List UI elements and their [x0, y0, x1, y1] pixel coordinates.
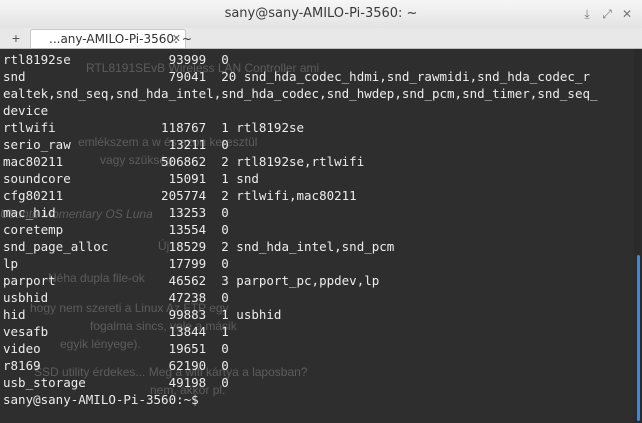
terminal-line: serio_raw 13211 0	[3, 137, 229, 152]
tab-terminal[interactable]: ...any-AMILO-Pi-3560: ~ ✕	[30, 29, 192, 48]
terminal-line: rtlwifi 118767 1 rtl8192se	[3, 120, 305, 135]
terminal-line: device	[3, 103, 49, 118]
terminal-view[interactable]: RTL8191SEvB Wireless LAN Controller ami …	[0, 49, 634, 423]
restore-icon[interactable]: ⤢	[598, 5, 616, 23]
terminal-line: lp 17799 0	[3, 256, 229, 271]
terminal-window: sany@sany-AMILO-Pi-3560: ~ ⤓ ⤢ ✕ + ...an…	[0, 0, 642, 423]
terminal-line: rtl8192se 93999 0	[3, 52, 229, 67]
new-tab-icon[interactable]: +	[8, 29, 24, 47]
tab-label: ...any-AMILO-Pi-3560: ~	[49, 32, 192, 46]
terminal-line: snd 79041 20 snd_hda_codec_hdmi,snd_rawm…	[3, 69, 590, 84]
terminal-scrollbar[interactable]	[634, 49, 642, 423]
terminal-line: soundcore 15091 1 snd	[3, 171, 259, 186]
tab-close-icon[interactable]: ✕	[172, 30, 181, 48]
title-bar[interactable]: sany@sany-AMILO-Pi-3560: ~ ⤓ ⤢ ✕	[0, 0, 642, 29]
scrollbar-thumb[interactable]	[637, 255, 640, 421]
terminal-line: cfg80211 205774 2 rtlwifi,mac80211	[3, 188, 357, 203]
terminal-output: rtl8192se 93999 0 snd 79041 20 snd_hda_c…	[3, 51, 598, 408]
window-title: sany@sany-AMILO-Pi-3560: ~	[224, 6, 418, 21]
terminal-line: parport 46562 3 parport_pc,ppdev,lp	[3, 273, 380, 288]
terminal-line: mac_hid 13253 0	[3, 205, 229, 220]
terminal-line: vesafb 13844 1	[3, 324, 229, 339]
terminal-line: mac80211 506862 2 rtl8192se,rtlwifi	[3, 154, 365, 169]
terminal-line: coretemp 13554 0	[3, 222, 229, 237]
close-icon[interactable]: ✕	[618, 5, 636, 23]
terminal-line: usb_storage 49198 0	[3, 375, 229, 390]
terminal-line: video 19651 0	[3, 341, 229, 356]
terminal-line: usbhid 47238 0	[3, 290, 229, 305]
tab-bar: + ...any-AMILO-Pi-3560: ~ ✕	[0, 28, 642, 49]
minimize-icon[interactable]: ⤓	[578, 5, 596, 23]
terminal-line: hid 99883 1 usbhid	[3, 307, 282, 322]
terminal-line: ealtek,snd_seq,snd_hda_intel,snd_hda_cod…	[3, 86, 598, 101]
terminal-line: r8169 62190 0	[3, 358, 229, 373]
terminal-line: snd_page_alloc 18529 2 snd_hda_intel,snd…	[3, 239, 395, 254]
terminal-prompt[interactable]: sany@sany-AMILO-Pi-3560:~$	[3, 391, 598, 408]
